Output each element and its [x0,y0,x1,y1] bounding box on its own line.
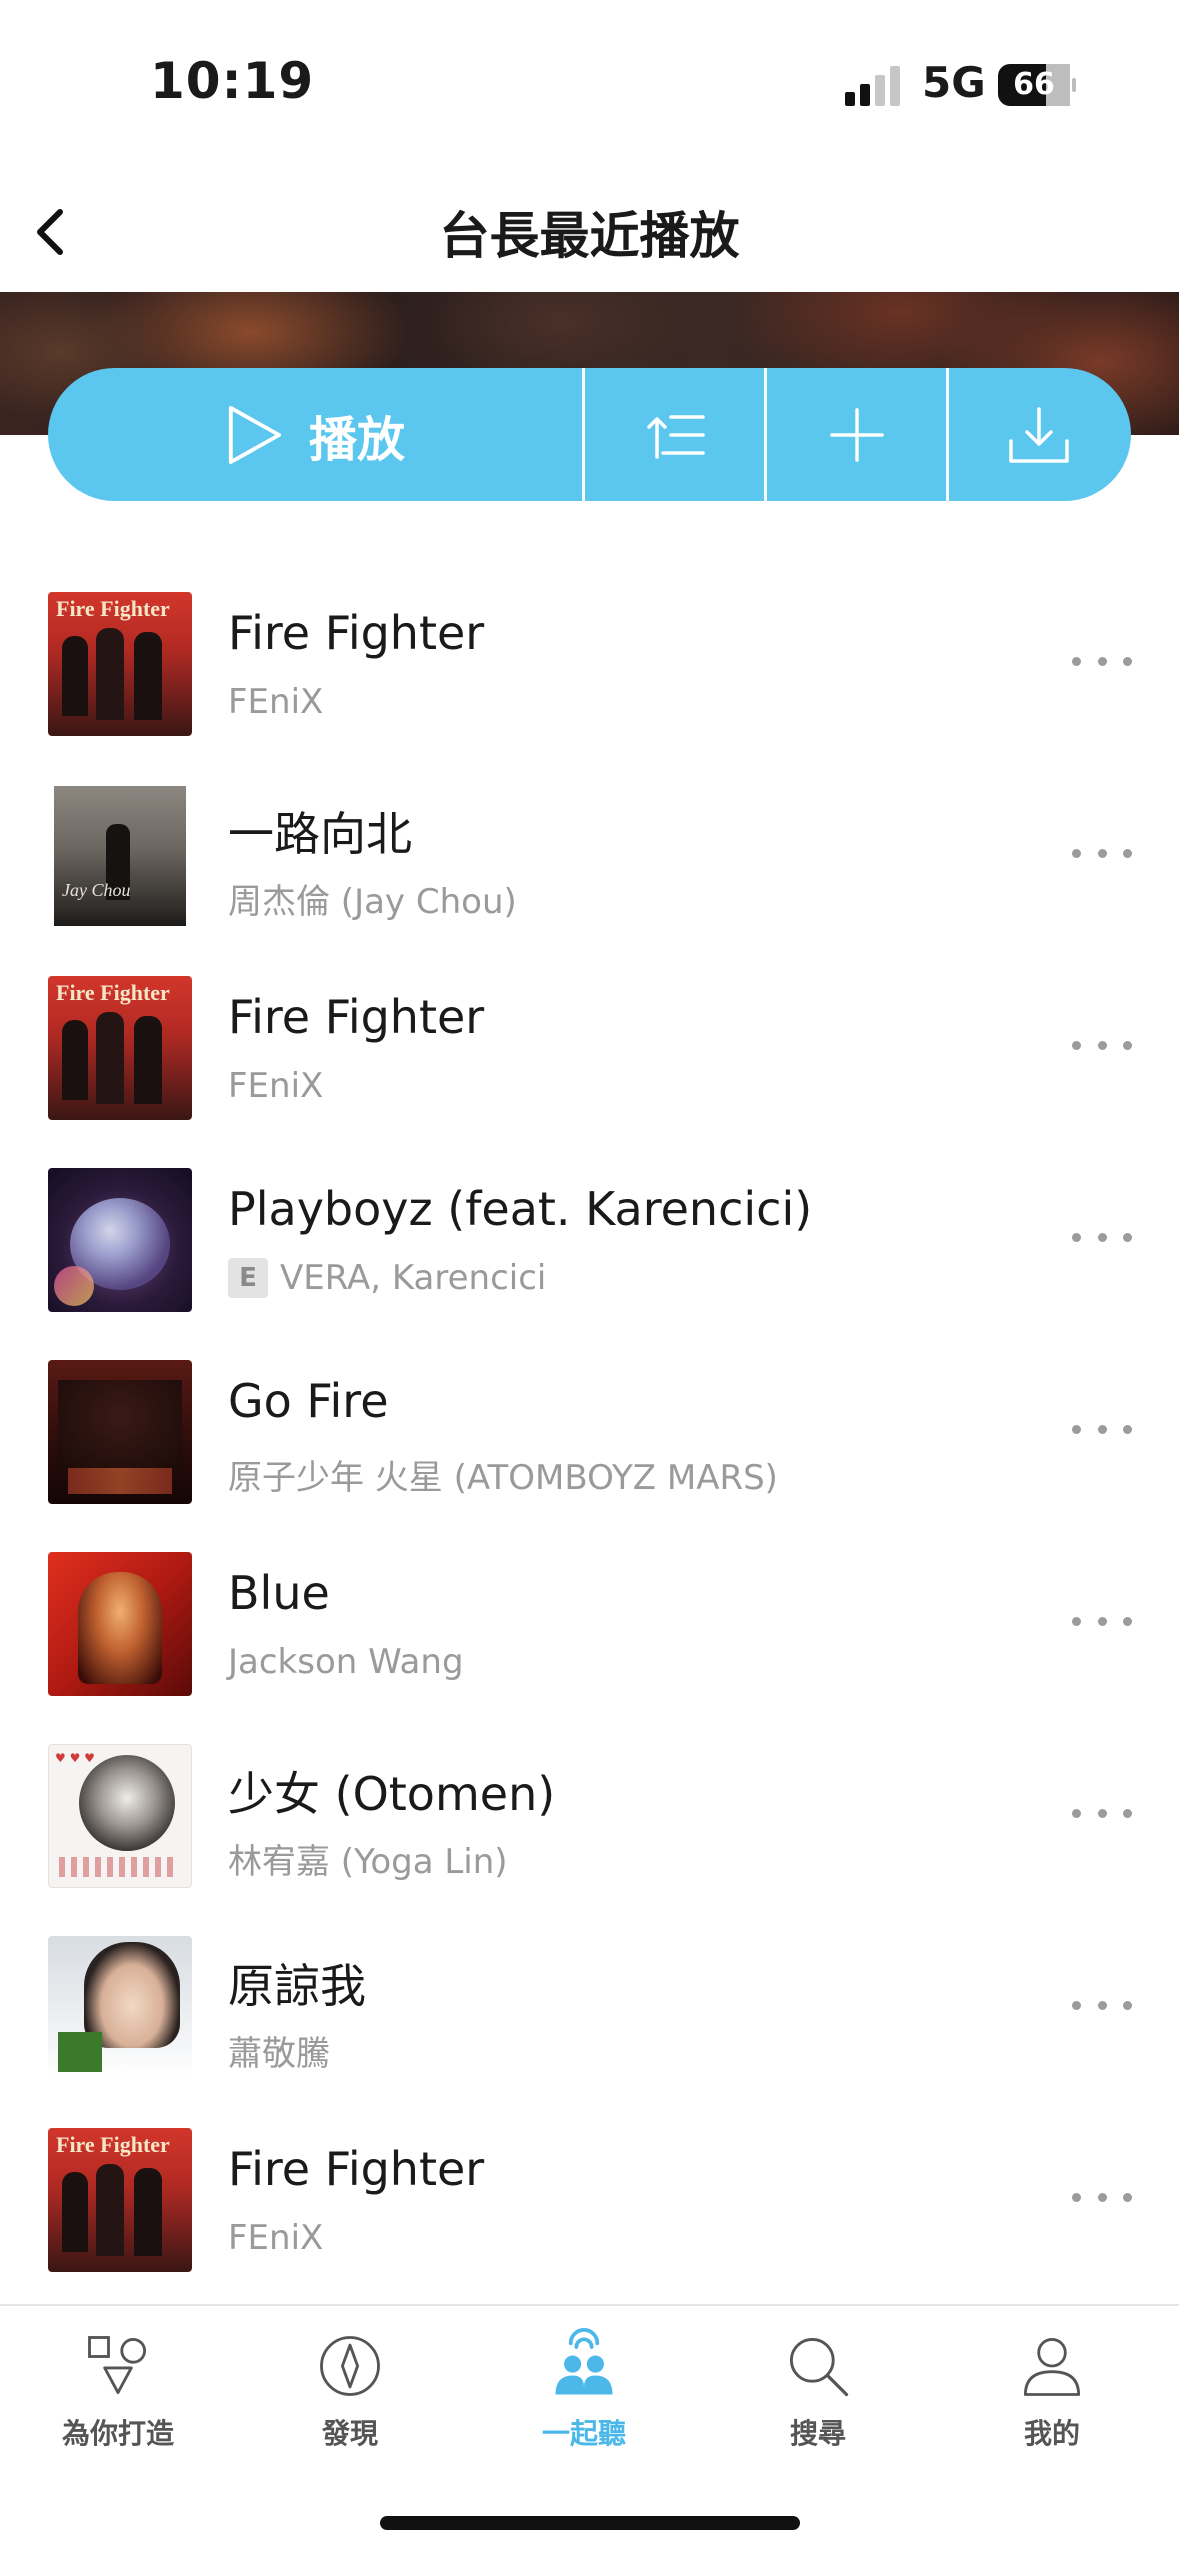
album-cover [48,1168,192,1312]
song-artist: VERA, Karencici [280,1258,547,1298]
profile-icon [1023,2337,1081,2396]
song-artist-row: 蕭敬騰 [228,2026,330,2075]
album-cover: Fire Fighter [48,976,192,1120]
song-row[interactable]: Fire Fighter Fire Fighter FEniX [0,560,1179,752]
tab-label: 為你打造 [61,2417,174,2450]
status-time: 10:19 [150,52,315,110]
more-options-button[interactable] [1072,646,1132,676]
song-artist: 林宥嘉 (Yoga Lin) [228,1842,508,1882]
explicit-badge: E [228,1258,268,1298]
tab-label: 搜尋 [789,2417,846,2450]
song-artist-row: 原子少年 火星 (ATOMBOYZ MARS) [228,1450,778,1499]
song-row[interactable]: ♥ ♥ ♥ 少女 (Otomen) 林宥嘉 (Yoga Lin) [0,1712,1179,1904]
song-title: Fire Fighter [228,606,485,660]
album-cover: Jay Chou [48,784,192,928]
song-artist-row: 林宥嘉 (Yoga Lin) [228,1834,508,1883]
song-title: 一路向北 [228,807,412,861]
play-all-button[interactable]: 播放 [48,368,582,501]
page-title: 台長最近播放 [439,207,740,265]
search-icon [789,2337,849,2397]
more-options-button[interactable] [1072,838,1132,868]
song-artist-row: FEniX [228,682,323,722]
song-title: Fire Fighter [228,990,485,1044]
song-row[interactable]: Jay Chou 一路向北 周杰倫 (Jay Chou) [0,752,1179,944]
song-row[interactable]: Fire Fighter Fire Fighter FEniX [0,944,1179,1136]
plus-icon [829,407,884,462]
song-title: Blue [228,1566,330,1620]
tab-discover[interactable]: 發現 [250,2328,450,2468]
song-artist: 蕭敬騰 [228,2034,330,2074]
download-button[interactable] [946,368,1129,501]
album-cover: Fire Fighter [48,592,192,736]
album-cover [48,1360,192,1504]
song-title: Fire Fighter [228,2142,485,2196]
song-artist-row: E VERA, Karencici [228,1258,546,1298]
album-cover: Fire Fighter [48,2128,192,2272]
status-bar: 10:19 5G 66 [0,0,1179,170]
song-title: Playboyz (feat. Karencici) [228,1182,813,1236]
song-artist-row: 周杰倫 (Jay Chou) [228,874,517,923]
compass-icon [320,2336,380,2396]
add-to-playlist-button[interactable] [764,368,946,501]
tab-label: 一起聽 [541,2417,626,2450]
more-options-button[interactable] [1072,1030,1132,1060]
listen-together-icon [555,2328,613,2395]
song-title: Go Fire [228,1374,389,1428]
tab-for-you[interactable]: 為你打造 [18,2328,218,2468]
song-artist: FEniX [228,1066,324,1106]
song-row[interactable]: Fire Fighter Fire Fighter FEniX [0,2096,1179,2288]
signal-icon [845,66,900,106]
tab-listen-together[interactable]: 一起聽 [484,2328,684,2468]
album-cover [48,1552,192,1696]
add-to-queue-icon [646,414,705,459]
more-options-button[interactable] [1072,1798,1132,1828]
tab-label: 我的 [1023,2417,1080,2450]
album-cover [48,1936,192,2080]
song-artist: 周杰倫 (Jay Chou) [228,882,517,922]
song-artist: Jackson Wang [228,1642,464,1682]
song-title: 原諒我 [228,1959,366,2013]
song-artist-row: FEniX [228,2218,323,2258]
song-artist-row: FEniX [228,1066,323,1106]
tab-search[interactable]: 搜尋 [718,2328,918,2468]
add-to-queue-button[interactable] [582,368,764,501]
song-row[interactable]: Blue Jackson Wang [0,1520,1179,1712]
tab-label: 發現 [321,2417,378,2450]
shapes-icon [88,2336,147,2395]
more-options-button[interactable] [1072,1606,1132,1636]
more-options-button[interactable] [1072,1414,1132,1444]
tab-my[interactable]: 我的 [952,2328,1152,2468]
song-row[interactable]: 原諒我 蕭敬騰 [0,1904,1179,2096]
album-cover: ♥ ♥ ♥ [48,1744,192,1888]
action-bar: 播放 [48,368,1131,501]
song-artist: 原子少年 火星 (ATOMBOYZ MARS) [228,1458,778,1498]
song-artist: FEniX [228,2218,324,2258]
song-row[interactable]: Go Fire 原子少年 火星 (ATOMBOYZ MARS) [0,1328,1179,1520]
battery-icon: 66 [998,64,1076,106]
network-label: 5G [922,58,986,107]
song-title: 少女 (Otomen) [228,1767,556,1821]
play-label: 播放 [308,411,405,468]
song-list: Fire Fighter Fire Fighter FEniX Jay Chou… [0,560,1179,2288]
header: 台長最近播放 [0,170,1179,292]
song-artist: FEniX [228,682,324,722]
play-icon [228,405,282,464]
battery-level: 66 [1013,67,1055,102]
more-options-button[interactable] [1072,1990,1132,2020]
more-options-button[interactable] [1072,2182,1132,2212]
more-options-button[interactable] [1072,1222,1132,1252]
home-indicator [380,2516,800,2530]
song-artist-row: Jackson Wang [228,1642,464,1682]
song-row[interactable]: Playboyz (feat. Karencici) E VERA, Karen… [0,1136,1179,1328]
download-icon [1009,406,1069,463]
